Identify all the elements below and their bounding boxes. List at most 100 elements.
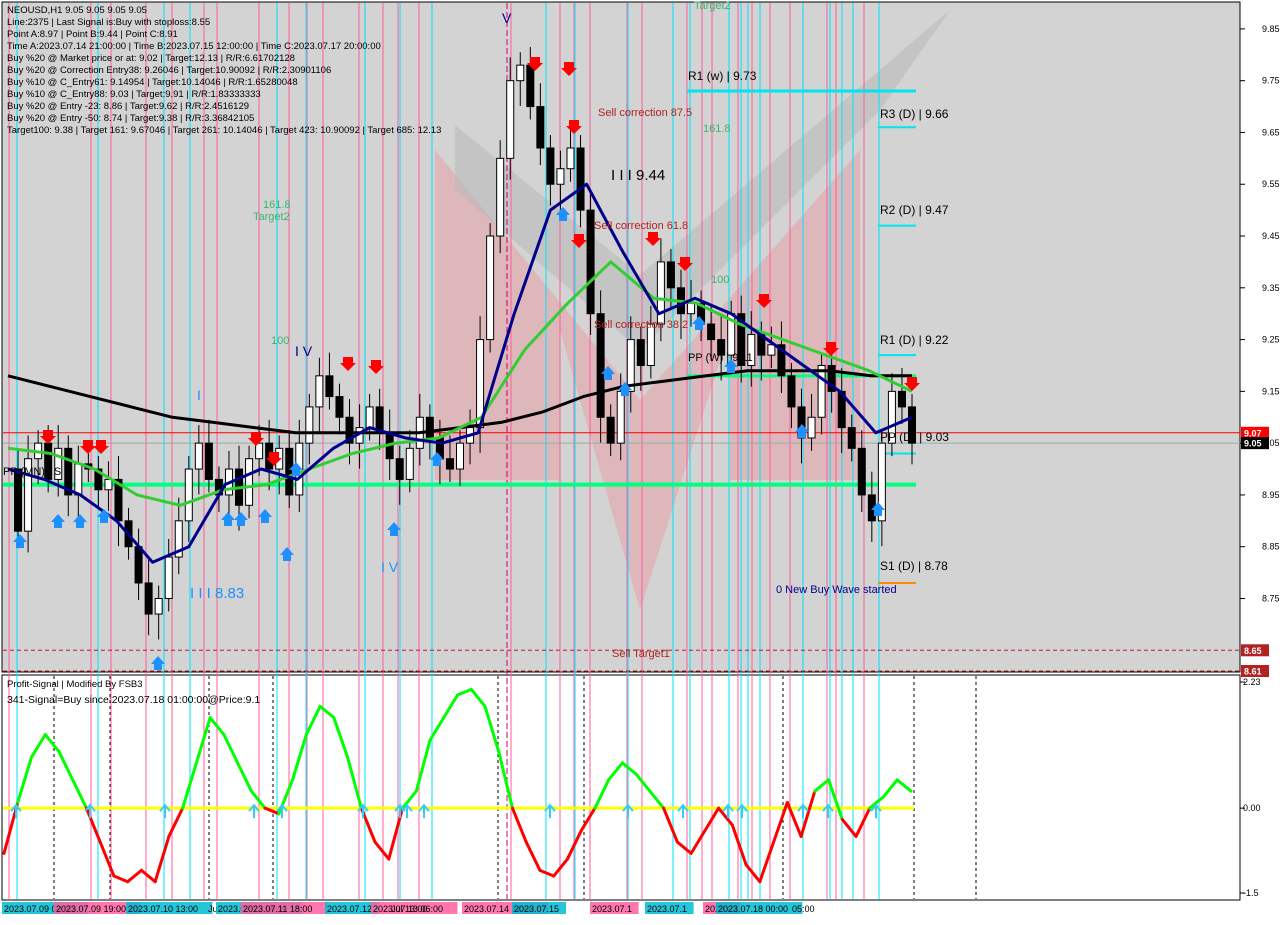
osc-tick-label: 2.23 (1243, 677, 1261, 687)
label-new-buy-wave: 0 New Buy Wave started (776, 584, 897, 596)
candle-bull (154, 598, 163, 615)
candle-bear (445, 458, 454, 470)
candle-bear (204, 442, 213, 480)
price-axis: 9.85 9.75 9.65 9.55 9.45 9.35 9.25 9.15 9.05 8.95… (1240, 24, 1280, 677)
candle-bull (616, 390, 625, 444)
header-line: Buy %20 @ Correction Entry38: 9.26046 | … (7, 65, 331, 76)
candle-bear (335, 396, 344, 418)
label-wave-iv-bottom: I V (381, 559, 399, 575)
label-fib-161-left: 161.8 (263, 199, 291, 211)
candle-bear (546, 147, 555, 185)
label-pp-weekly: PP (W) | 9.11 (688, 352, 753, 364)
time-label: 2023.07.11 18:00 (243, 904, 312, 914)
osc-tick-label: 0.00 (1243, 803, 1261, 813)
candle-bull (687, 302, 696, 315)
candle-bear (144, 582, 153, 615)
candle-bull (807, 416, 816, 439)
label-fib-100-right: 100 (711, 274, 729, 286)
candle-bear (395, 458, 404, 480)
candle-bear (897, 390, 906, 408)
time-label: Jul 13:00 (391, 904, 428, 914)
candle-bear (14, 468, 23, 532)
time-label: 2023.07.15 (514, 904, 559, 914)
trading-chart: 9.85 9.75 9.65 9.55 9.45 9.35 9.25 9.15 9.05 8.95… (0, 0, 1280, 920)
label-fib-161-right: 161.8 (703, 123, 731, 135)
time-label: 05:00 (792, 904, 815, 914)
label-r1-weekly: R1 (w) | 9.73 (688, 69, 757, 83)
header-title: NEOUSD,H1 9.05 9.05 9.05 9.05 (7, 5, 147, 16)
chart-svg: 9.85 9.75 9.65 9.55 9.45 9.35 9.25 9.15 9.05 8.95… (1, 0, 1280, 914)
label-sell-target1: Sell Target1 (612, 648, 670, 660)
price-tag-861: 8.61 (1244, 667, 1262, 677)
header-line: Time A:2023.07.14 21:00:00 | Time B:2023… (7, 41, 381, 52)
label-wave-iii-944: I I I 9.44 (611, 167, 665, 184)
header-line: Buy %10 @ C_Entry61: 9.14954 | Target:10… (7, 77, 298, 88)
candle-bear (285, 447, 294, 496)
price-tag-865: 8.65 (1244, 646, 1262, 656)
header-line: Point A:8.97 | Point B:9.44 | Point C:8.… (7, 29, 178, 40)
header-line: Buy %20 @ Entry -23: 8.86 | Target:9.62 … (7, 101, 249, 112)
price-tick-label: 9.25 (1262, 335, 1280, 345)
candle-bull (456, 442, 464, 470)
label-r3-daily: R3 (D) | 9.66 (880, 107, 949, 121)
candle-bear (857, 447, 866, 496)
label-wave-iii-883: I I I 8.83 (190, 585, 244, 602)
price-tag-bid: 9.05 (1244, 439, 1262, 449)
label-pp-daily: PP (D) | 9.03 (880, 430, 949, 444)
price-tag-red: 9.07 (1244, 428, 1262, 438)
price-tick-label: 9.15 (1262, 386, 1280, 396)
candle-bear (847, 427, 856, 449)
header-line: Buy %10 @ C_Entry88: 9.03 | Target:9.91 … (7, 89, 261, 100)
label-wave-v: V (502, 10, 512, 26)
candle-bull (556, 168, 565, 185)
candle-bull (506, 80, 515, 159)
label-sell-correction-38: Sell correction 38.2 (594, 319, 688, 331)
price-tick-label: 9.55 (1262, 179, 1280, 189)
candle-bull (817, 364, 826, 418)
header-line: Buy %20 @ Market price or at: 9.02 | Tar… (7, 53, 295, 64)
price-tick-label: 8.85 (1262, 542, 1280, 552)
price-tick-label: 8.95 (1262, 490, 1280, 500)
candle-bull (767, 344, 776, 356)
price-tick-label: 9.45 (1262, 231, 1280, 241)
time-label: 2023.07.12 (327, 904, 372, 914)
candle-bull (315, 375, 324, 408)
label-r2-daily: R2 (D) | 9.47 (880, 203, 949, 217)
price-tick-label: 9.75 (1262, 76, 1280, 86)
candle-bull (365, 406, 374, 429)
time-label: 2023.07.1 (647, 904, 687, 914)
indicator-signal: 341-Signal=Buy since:2023.07.18 01:00:00… (7, 694, 260, 706)
label-sell-correction-87: Sell correction 87.5 (598, 107, 692, 119)
candle-bear (425, 416, 434, 439)
indicator-title: Profit-Signal | Modified By FSB3 (7, 679, 143, 690)
candle-bear (636, 339, 645, 366)
label-target2-left: Target2 (253, 211, 290, 223)
candle-bull (104, 478, 113, 491)
candle-bear (526, 64, 535, 108)
label-s1-daily: S1 (D) | 8.78 (880, 559, 948, 573)
candle-bear (787, 375, 796, 408)
label-r1-daily: R1 (D) | 9.22 (880, 333, 949, 347)
candle-bull (164, 556, 173, 600)
candle-bull (405, 447, 414, 480)
candle-bear (707, 323, 716, 341)
label-wave-iv-top: I V (295, 343, 313, 359)
header-line: Target100: 9.38 | Target 161: 9.67046 | … (7, 125, 441, 136)
label-sell-correction-61: Sell correction 61.8 (594, 220, 688, 232)
candle-bull (194, 442, 203, 470)
label-fib-100-left: 100 (271, 335, 289, 347)
candle-bull (305, 406, 314, 444)
price-tick-label: 9.85 (1262, 24, 1280, 34)
label-pp-monthly: PP (MN) | S (3, 466, 61, 478)
time-label: 2023.07.09 19:00 (56, 904, 126, 914)
price-tick-label: 9.65 (1262, 127, 1280, 137)
candle-bull (255, 442, 264, 460)
price-tick-label: 9.35 (1262, 283, 1280, 293)
candle-bear (606, 416, 615, 444)
candle-bear (576, 147, 585, 211)
header-line: Buy %20 @ Entry -50: 8.74 | Target:9.38 … (7, 113, 254, 124)
time-label: 2023.07.18 00:00 (718, 904, 788, 914)
time-label: 2023.07.10 13:00 (128, 904, 198, 914)
candle-bull (184, 468, 193, 522)
time-label: 2023.07.1 (592, 904, 632, 914)
